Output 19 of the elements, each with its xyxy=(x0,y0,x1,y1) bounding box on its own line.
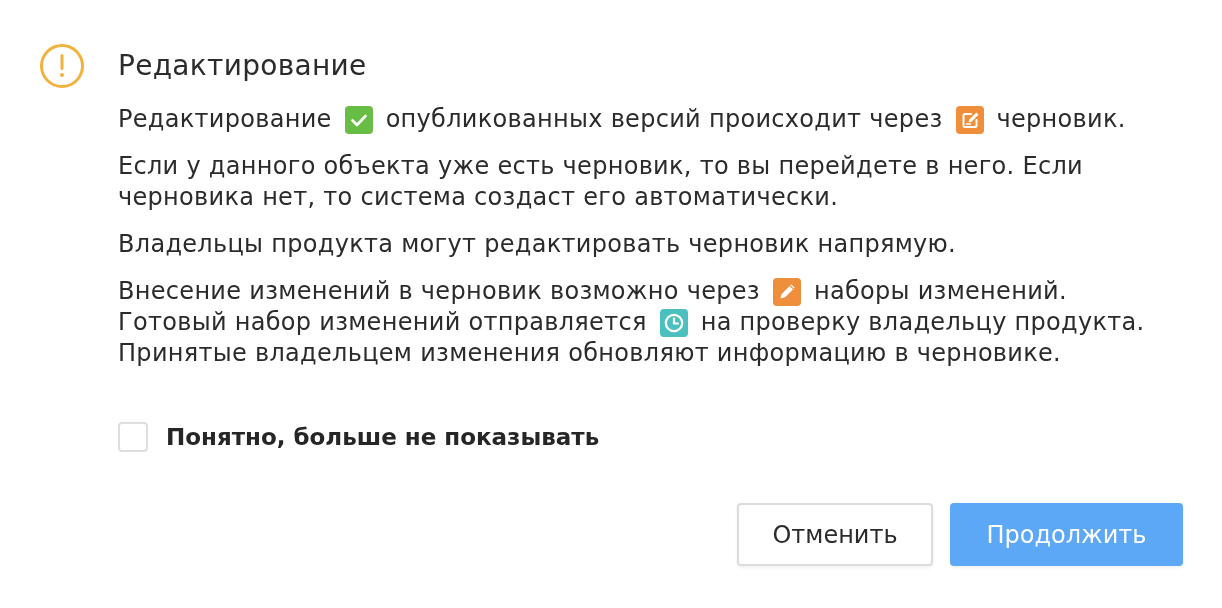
body-text: Редактирование xyxy=(118,104,332,135)
body-text: черновик. xyxy=(996,104,1126,135)
body-text: Если у данного объекта уже есть черновик, то вы перейдете в него. Если черновика нет, то система создаст его автоматически. xyxy=(118,151,1084,213)
cancel-button[interactable]: Отменить xyxy=(737,503,933,566)
body-text: наборы изменений. xyxy=(813,276,1067,307)
note-pencil-icon xyxy=(955,105,984,134)
body-text: Владельцы продукта могут редактировать черновик напрямую. xyxy=(118,229,957,260)
dialog-title: Редактирование xyxy=(118,48,367,84)
checkbox-label[interactable]: Понятно, больше не показывать xyxy=(166,422,600,452)
body-text: на проверку владельцу продукта. xyxy=(700,307,1145,338)
body-text: Готовый набор изменений отправляется xyxy=(118,307,647,338)
body-text: Принятые владельцем изменения обновляют информацию в черновике. xyxy=(118,338,1061,369)
body-text: Внесение изменений в черновик возможно через xyxy=(118,276,760,307)
checkbox[interactable] xyxy=(118,422,148,452)
check-icon xyxy=(344,105,373,134)
pencil-icon xyxy=(772,277,801,306)
alert-icon xyxy=(40,44,84,88)
clock-icon xyxy=(659,308,688,337)
body-text: опубликованных версий происходит через xyxy=(385,104,943,135)
